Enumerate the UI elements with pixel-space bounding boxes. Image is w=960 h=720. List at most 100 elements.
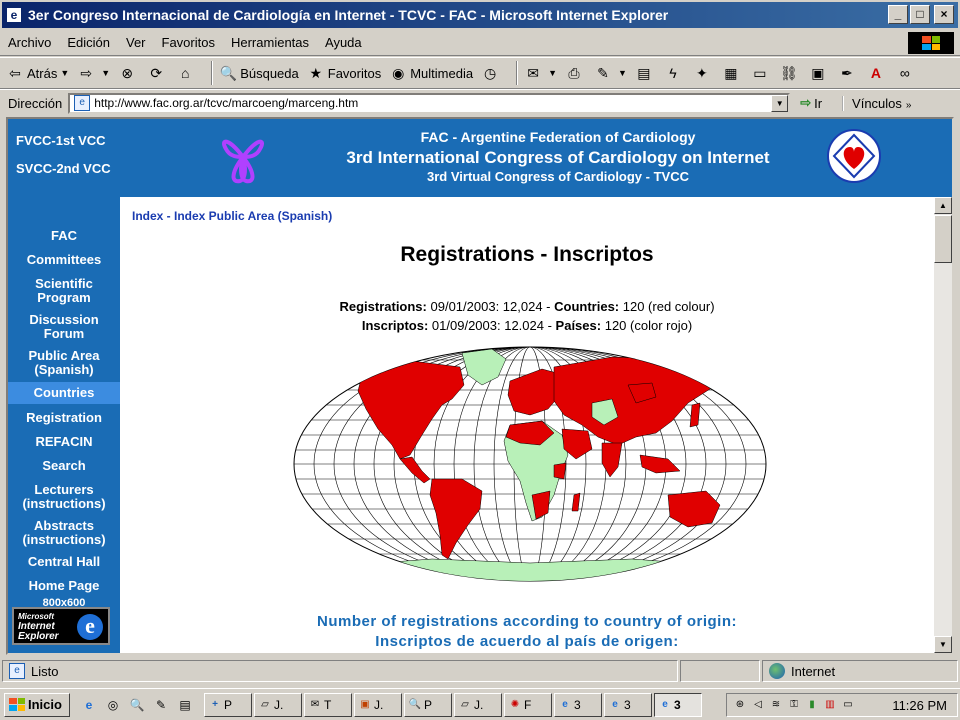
nav-fac[interactable]: FAC (8, 229, 120, 243)
start-button[interactable]: Inicio (4, 692, 70, 717)
scroll-thumb[interactable] (934, 215, 952, 263)
nav-countries[interactable]: Countries (8, 382, 120, 404)
nav-committees[interactable]: Committees (8, 253, 120, 267)
task-button[interactable]: ▱ J. (454, 692, 502, 717)
app-quicklaunch-icon[interactable]: ▤ (176, 696, 194, 714)
favorites-button[interactable]: ★ Favoritos (307, 64, 381, 82)
link-svcc[interactable]: SVCC-2nd VCC (16, 161, 111, 176)
tool-pen-button[interactable]: ✒ (838, 64, 859, 82)
clock[interactable]: 11:26 PM (892, 698, 947, 713)
nav-discussion-forum[interactable]: Discussion Forum (8, 313, 120, 341)
outlook-quicklaunch-icon[interactable]: ◎ (104, 696, 122, 714)
task-button-active[interactable]: e3 (654, 692, 702, 717)
menu-edicion[interactable]: Edición (67, 35, 110, 50)
home-button[interactable]: ⌂ (176, 64, 197, 82)
edit-button[interactable]: ✎ ▼ (594, 64, 627, 82)
nav-refacin[interactable]: REFACIN (8, 435, 120, 449)
security-tray-icon[interactable]: ⚿ (787, 698, 801, 712)
toolbar-separator (211, 61, 214, 85)
back-dropdown-icon[interactable]: ▼ (60, 68, 69, 78)
address-url[interactable]: http://www.fac.org.ar/tcvc/marcoeng/marc… (94, 96, 358, 110)
maximize-button[interactable]: □ (910, 5, 930, 24)
edit-quicklaunch-icon[interactable]: ✎ (152, 696, 170, 714)
task-label: J. (474, 697, 484, 712)
task-button[interactable]: ▱ J. (254, 692, 302, 717)
link-fvcc[interactable]: FVCC-1st VCC (16, 133, 106, 148)
task-label: J. (374, 697, 384, 712)
nav-public-area[interactable]: Public Area (Spanish) (8, 349, 120, 377)
mail-dropdown-icon[interactable]: ▼ (548, 68, 557, 78)
task-button[interactable]: e3 (554, 692, 602, 717)
nav-home-page[interactable]: Home Page (8, 579, 120, 593)
scroll-up-icon[interactable]: ▲ (934, 197, 952, 214)
close-button[interactable]: × (934, 5, 954, 24)
print-button[interactable]: ⎙ (565, 64, 586, 82)
monitor-tray-icon[interactable]: ▭ (841, 698, 855, 712)
history-button[interactable]: ◷ (481, 64, 502, 82)
tool-link2-button[interactable]: ∞ (896, 64, 917, 82)
task-button[interactable]: e3 (604, 692, 652, 717)
multimedia-button[interactable]: ◉ Multimedia (389, 64, 473, 82)
tool-grid-button[interactable]: ▦ (722, 64, 743, 82)
nav-search[interactable]: Search (8, 459, 120, 473)
task-label: P (224, 697, 233, 712)
tool-chain-button[interactable]: ⛓ (780, 64, 801, 82)
history-icon: ◷ (483, 65, 497, 81)
vertical-scrollbar[interactable]: ▲ ▼ (934, 197, 952, 653)
menu-archivo[interactable]: Archivo (8, 35, 51, 50)
search-label: Búsqueda (240, 65, 299, 81)
search-button[interactable]: 🔍 Búsqueda (219, 64, 299, 82)
tool-magic-button[interactable]: ✦ (693, 64, 714, 82)
chart-tray-icon[interactable]: ▥ (823, 698, 837, 712)
page-status-icon: e (9, 663, 25, 679)
refresh-button[interactable]: ⟳ (147, 64, 168, 82)
task-button[interactable]: 🔍 P (404, 692, 452, 717)
menu-herramientas[interactable]: Herramientas (231, 35, 309, 50)
minimize-button[interactable]: _ (888, 5, 908, 24)
forward-dropdown-icon[interactable]: ▼ (101, 68, 110, 78)
back-button[interactable]: ⇦ Atrás ▼ (6, 64, 69, 82)
nav-scientific-program[interactable]: Scientific Program (8, 277, 120, 305)
address-input[interactable]: e http://www.fac.org.ar/tcvc/marcoeng/ma… (68, 92, 791, 114)
mail-icon: ✉ (310, 698, 320, 710)
tool-lightning-button[interactable]: ϟ (664, 64, 685, 82)
task-button[interactable]: ✉ T (304, 692, 352, 717)
stop-button[interactable]: ⊗ (118, 64, 139, 82)
edit-dropdown-icon[interactable]: ▼ (618, 68, 627, 78)
task-button[interactable]: ✺ F (504, 692, 552, 717)
links-chevron-icon[interactable]: » (906, 100, 912, 111)
go-button[interactable]: ⇨ Ir (800, 95, 822, 111)
stop-icon: ⊗ (121, 65, 134, 81)
menu-favoritos[interactable]: Favoritos (162, 35, 215, 50)
ie-badge[interactable]: Microsoft Internet Explorer e (12, 607, 110, 645)
map-caption-english: Number of registrations according to cou… (316, 613, 738, 630)
ie-app-icon[interactable]: e (6, 7, 22, 23)
scroll-down-icon[interactable]: ▼ (934, 636, 952, 653)
tool-acrobat-button[interactable]: A (867, 64, 888, 82)
world-map (293, 346, 767, 582)
nav-central-hall[interactable]: Central Hall (8, 555, 120, 569)
task-button[interactable]: ▣ J. (354, 692, 402, 717)
volume-tray-icon[interactable]: ◁ (751, 698, 765, 712)
address-dropdown-icon[interactable]: ▼ (771, 94, 789, 112)
map-caption-spanish: Inscriptos de acuerdo al país de origen: (375, 633, 679, 650)
status-tray-icon[interactable]: ▮ (805, 698, 819, 712)
task-button[interactable]: + P (204, 692, 252, 717)
tool-folder-button[interactable]: ▭ (751, 64, 772, 82)
tool-screen-button[interactable]: ▣ (809, 64, 830, 82)
search-quicklaunch-icon[interactable]: 🔍 (128, 696, 146, 714)
task-label: 3 (674, 697, 681, 712)
nav-registration[interactable]: Registration (8, 411, 120, 425)
discuss-button[interactable]: ▤ (635, 64, 656, 82)
menu-ver[interactable]: Ver (126, 35, 146, 50)
forward-button[interactable]: ⇨ ▼ (77, 64, 110, 82)
app-tray-icon[interactable]: ≋ (769, 698, 783, 712)
network-tray-icon[interactable]: ⊛ (733, 698, 747, 712)
links-toolbar[interactable]: Vínculos » (842, 95, 912, 111)
menu-ayuda[interactable]: Ayuda (325, 35, 362, 50)
ie-quicklaunch-icon[interactable]: e (80, 696, 98, 714)
nav-lecturers[interactable]: Lecturers (instructions) (8, 483, 120, 511)
mail-button[interactable]: ✉ ▼ (524, 64, 557, 82)
breadcrumb[interactable]: Index - Index Public Area (Spanish) (132, 209, 332, 223)
nav-abstracts[interactable]: Abstracts (instructions) (8, 519, 120, 547)
